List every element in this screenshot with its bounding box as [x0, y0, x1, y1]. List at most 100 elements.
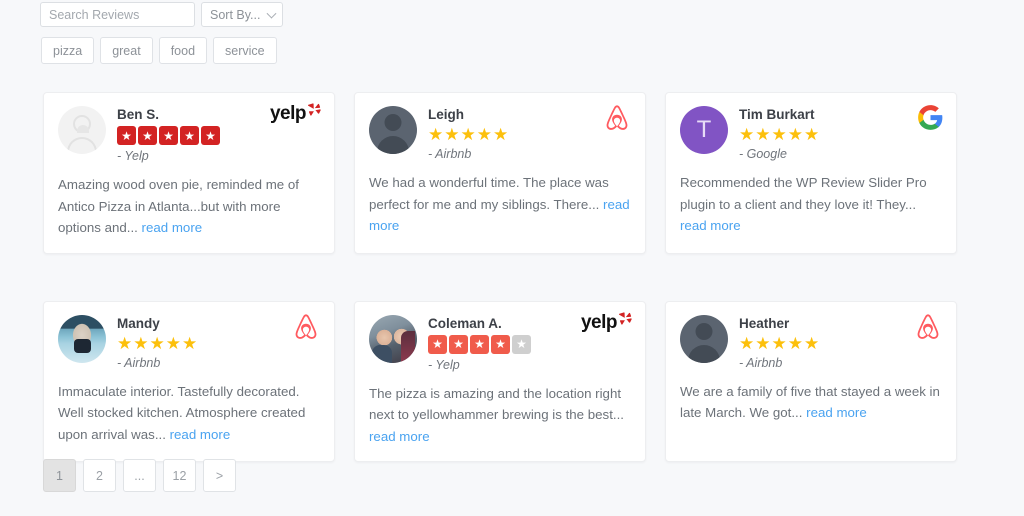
star-icon: ★ [771, 125, 787, 144]
avatar-initial: T [680, 106, 728, 154]
read-more-link[interactable]: read more [142, 220, 203, 235]
source-logo [601, 104, 633, 139]
avatar-placeholder-icon [680, 314, 728, 363]
star-icon: ★ [149, 333, 165, 353]
star-icon: ★ [804, 125, 820, 144]
pagination-page[interactable]: 1 [43, 459, 76, 492]
person-head-icon [384, 114, 402, 131]
yelp-wordmark: yelp [269, 103, 307, 124]
read-more-link[interactable]: read more [806, 405, 867, 420]
sort-by-label: Sort By... [210, 7, 261, 22]
read-more-link[interactable]: read more [170, 427, 231, 442]
review-source: - Yelp [117, 149, 149, 163]
star-icon: ★ [133, 333, 149, 353]
review-card: Leigh ★ ★ ★ ★ ★ - Airbnb We had a wonderful tim… [354, 92, 646, 254]
star-rating: ★ ★ ★ ★ ★ [117, 126, 220, 145]
source-logo: yelp [580, 311, 633, 333]
star-icon: ★ [428, 334, 447, 354]
pagination-page[interactable]: ... [123, 459, 156, 492]
chevron-down-icon [267, 8, 277, 19]
keyword-filter-chip[interactable]: service [213, 37, 277, 64]
review-card: T Tim Burkart ★ ★ ★ ★ ★ - Google Recommended the… [665, 92, 957, 254]
review-text: The pizza is amazing and the location ri… [369, 385, 624, 423]
review-meta: Heather ★ ★ ★ ★ ★ - Airbnb [739, 315, 819, 370]
reviewer-name: Tim Burkart [739, 107, 815, 122]
review-source: - Google [739, 147, 787, 161]
person-body-icon [67, 137, 97, 153]
yelp-burst-icon [619, 311, 632, 325]
search-input[interactable] [40, 2, 195, 27]
star-icon: ★ [755, 333, 771, 353]
review-card: Mandy ★ ★ ★ ★ ★ - Airbnb Immaculate interior. T… [43, 300, 335, 462]
star-icon: ★ [138, 126, 157, 145]
star-rating: ★ ★ ★ ★ ★ [428, 126, 508, 143]
airbnb-logo-icon [295, 313, 317, 339]
review-card-grid: yelp Ben S. ★ ★ ★ ★ ★ - Yelp Amazing wood oven p… [43, 92, 959, 462]
review-meta: Leigh ★ ★ ★ ★ ★ - Airbnb [428, 106, 508, 161]
source-logo: yelp [269, 103, 322, 124]
star-icon: ★ [165, 333, 181, 353]
star-icon: ★ [117, 126, 136, 145]
airbnb-logo-icon [606, 105, 628, 130]
avatar-photo [369, 314, 417, 363]
pagination: 1 2... 12 > [43, 459, 236, 492]
read-more-link[interactable]: read more [369, 429, 430, 444]
review-text-wrapper: Immaculate interior. Tastefully decorate… [58, 381, 320, 446]
review-source: - Yelp [428, 357, 460, 372]
pagination-page[interactable]: 2 [83, 459, 116, 492]
reviewer-name: Ben S. [117, 107, 160, 122]
avatar-placeholder-icon [369, 106, 417, 154]
reviews-page: Sort By... pizzagreatfoodservice yelp Ben… [0, 0, 1024, 516]
reviewer-name: Leigh [428, 107, 464, 122]
review-text: We had a wonderful time. The place was p… [369, 175, 609, 212]
star-icon: ★ [182, 333, 198, 353]
yelp-wordmark: yelp [580, 311, 618, 333]
keyword-filter-list: pizza great food service [41, 37, 277, 64]
star-icon: ★ [201, 126, 220, 145]
star-icon: ★ [428, 125, 444, 144]
pagination-next[interactable]: > [203, 459, 236, 492]
source-logo [290, 313, 322, 348]
star-icon: ★ [739, 125, 755, 144]
star-icon: ★ [804, 333, 820, 353]
review-header: Mandy ★ ★ ★ ★ ★ - Airbnb [58, 314, 320, 370]
star-icon: ★ [180, 126, 199, 145]
review-text: Recommended the WP Review Slider Pro plu… [680, 175, 927, 212]
person-body-icon [377, 136, 409, 154]
review-header: Heather ★ ★ ★ ★ ★ - Airbnb [680, 314, 942, 370]
avatar-placeholder-icon [58, 106, 106, 154]
read-more-link[interactable]: read more [680, 218, 741, 233]
keyword-filter-chip[interactable]: food [158, 37, 208, 64]
star-icon: ★ [444, 125, 460, 144]
avatar-initial-letter: T [696, 116, 712, 143]
reviewer-name: Coleman A. [428, 315, 502, 331]
yelp-logo-icon: yelp [580, 311, 633, 333]
sort-by-dropdown[interactable]: Sort By... [201, 2, 284, 27]
star-icon: ★ [739, 333, 755, 353]
reviewer-name: Heather [739, 315, 790, 331]
review-meta: Tim Burkart ★ ★ ★ ★ ★ - Google [739, 106, 819, 161]
review-text-wrapper: The pizza is amazing and the location ri… [369, 383, 631, 448]
star-icon: ★ [493, 125, 509, 144]
keyword-filter-chip[interactable]: great [100, 37, 153, 64]
star-icon: ★ [787, 333, 803, 353]
reviewer-name: Mandy [117, 315, 160, 331]
google-logo-icon [918, 105, 943, 130]
star-icon: ★ [491, 334, 510, 354]
pagination-page[interactable]: 12 [163, 459, 196, 492]
star-icon: ★ [476, 125, 492, 144]
star-icon: ★ [159, 126, 178, 145]
airbnb-logo-icon [917, 313, 939, 339]
star-icon: ★ [755, 125, 771, 144]
keyword-filter-chip[interactable]: pizza [41, 37, 95, 64]
review-text-wrapper: We had a wonderful time. The place was p… [369, 172, 631, 237]
review-card: Heather ★ ★ ★ ★ ★ - Airbnb We are a family of f… [665, 300, 957, 462]
review-card: yelp Ben S. ★ ★ ★ ★ ★ - Yelp Amazing wood oven p… [43, 92, 335, 254]
reviews-toolbar: Sort By... [40, 2, 284, 27]
review-meta: Mandy ★ ★ ★ ★ ★ - Airbnb [117, 315, 197, 370]
review-card: yelp Coleman A. ★ ★ ★ ★ ★ - Yelp The pizza is am… [354, 300, 646, 462]
review-header: T Tim Burkart ★ ★ ★ ★ ★ - Google [680, 106, 942, 161]
star-icon: ★ [512, 334, 531, 354]
review-source: - Airbnb [117, 355, 161, 370]
star-rating: ★ ★ ★ ★ ★ [739, 335, 819, 352]
